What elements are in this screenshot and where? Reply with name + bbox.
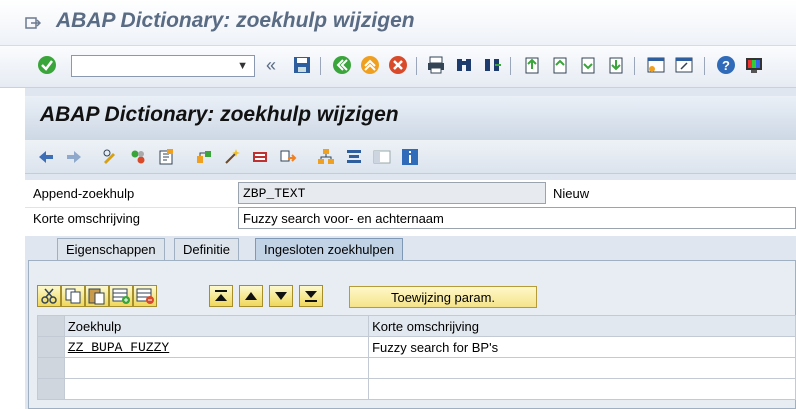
description-cell: Fuzzy search for BP's (368, 336, 796, 358)
screen-header: ABAP Dictionary: zoekhulp wijzigen (25, 96, 796, 140)
searchhelp-cell[interactable] (63, 378, 370, 400)
column-header-zoekhulp[interactable]: Zoekhulp (63, 315, 370, 337)
table-row: ZZ_BUPA_FUZZY Fuzzy search for BP's (37, 336, 796, 358)
last-row-button[interactable] (299, 285, 323, 307)
collapse-icon[interactable]: « (266, 55, 276, 76)
window-title-bar: ABAP Dictionary: zoekhulp wijzigen (0, 0, 796, 46)
first-row-button[interactable] (209, 285, 233, 307)
status-text: Nieuw (553, 186, 590, 201)
test-icon[interactable] (251, 148, 269, 166)
print-icon[interactable] (426, 55, 446, 75)
insert-row-button[interactable] (109, 285, 133, 307)
searchhelp-cell[interactable]: ZZ_BUPA_FUZZY (63, 336, 370, 358)
copy-button[interactable] (61, 285, 85, 307)
tab-ingesloten-zoekhulpen[interactable]: Ingesloten zoekhulpen (255, 238, 404, 260)
row-selector[interactable] (37, 357, 65, 379)
save-icon[interactable] (292, 55, 312, 75)
info-icon[interactable] (401, 148, 419, 166)
svg-text:?: ? (722, 58, 730, 73)
table-row (37, 357, 796, 379)
shortcut-icon[interactable] (674, 55, 694, 75)
short-description-label: Korte omschrijving (33, 211, 140, 226)
first-page-icon[interactable] (522, 55, 542, 75)
delete-row-icon (136, 288, 154, 304)
short-description-field[interactable]: Fuzzy search voor- en achternaam (238, 207, 796, 229)
description-cell (368, 378, 796, 400)
append-searchhelp-field[interactable]: ZBP_TEXT (238, 182, 546, 204)
scroll-top-icon (215, 290, 227, 301)
screen-title: ABAP Dictionary: zoekhulp wijzigen (40, 103, 399, 126)
other-object-icon[interactable] (157, 148, 175, 166)
display-object-list-icon[interactable] (373, 148, 391, 166)
searchhelp-table: Zoekhulp Korte omschrijving ZZ_BUPA_FUZZ… (37, 315, 796, 400)
navigation-icon[interactable] (345, 148, 363, 166)
searchhelp-cell[interactable] (63, 357, 370, 379)
cut-button[interactable] (37, 285, 61, 307)
table-header-row: Zoekhulp Korte omschrijving (37, 315, 796, 337)
append-searchhelp-label: Append-zoekhulp (33, 186, 135, 201)
find-next-icon[interactable] (482, 55, 502, 75)
last-page-icon[interactable] (606, 55, 626, 75)
scissors-icon (41, 288, 57, 304)
assign-params-button[interactable]: Toewijzing param. (349, 286, 537, 308)
paste-icon (88, 288, 105, 305)
dropdown-arrow-icon[interactable]: ▼ (237, 60, 248, 72)
enter-icon[interactable] (37, 55, 57, 75)
new-session-icon[interactable] (646, 55, 666, 75)
hierarchy-icon[interactable] (317, 148, 335, 166)
back-icon[interactable] (332, 55, 352, 75)
page-up-button[interactable] (239, 285, 263, 307)
insert-row-icon (112, 288, 130, 304)
searchhelp-value[interactable]: ZZ_BUPA_FUZZY (68, 340, 169, 355)
customize-layout-icon[interactable] (744, 55, 764, 75)
column-header-korte-omschrijving[interactable]: Korte omschrijving (368, 315, 796, 337)
where-used-icon[interactable] (279, 148, 297, 166)
select-all-cell[interactable] (37, 315, 65, 337)
scroll-bottom-icon (305, 291, 317, 302)
copy-icon (65, 288, 81, 304)
display-change-icon[interactable] (101, 148, 119, 166)
table-row (37, 378, 796, 400)
header-form: Append-zoekhulp ZBP_TEXT Nieuw Korte oms… (25, 180, 796, 236)
tab-eigenschappen[interactable]: Eigenschappen (57, 238, 165, 260)
forward-arrow-icon[interactable] (65, 148, 83, 166)
page-down-button[interactable] (269, 285, 293, 307)
back-arrow-icon[interactable] (37, 148, 55, 166)
help-icon[interactable]: ? (716, 55, 736, 75)
command-field[interactable]: ▼ (71, 55, 255, 77)
next-page-icon[interactable] (578, 55, 598, 75)
paste-button[interactable] (85, 285, 109, 307)
exit-up-icon[interactable] (360, 55, 380, 75)
system-toolbar: ▼ « ? (0, 46, 796, 88)
find-icon[interactable] (454, 55, 474, 75)
row-selector[interactable] (37, 378, 65, 400)
prev-page-icon[interactable] (550, 55, 570, 75)
check-icon[interactable] (195, 148, 213, 166)
screen-area: ABAP Dictionary: zoekhulp wijzigen Appen… (25, 88, 796, 409)
application-toolbar (25, 140, 796, 174)
tab-strip: Eigenschappen Definitie Ingesloten zoekh… (25, 236, 796, 260)
window-title: ABAP Dictionary: zoekhulp wijzigen (56, 9, 415, 32)
tab-definitie[interactable]: Definitie (174, 238, 239, 260)
scroll-up-icon (245, 292, 257, 300)
row-selector[interactable] (37, 336, 65, 358)
delete-row-button[interactable] (133, 285, 157, 307)
activate-icon[interactable] (223, 148, 241, 166)
description-cell (368, 357, 796, 379)
scroll-down-icon (275, 292, 287, 300)
active-inactive-icon[interactable] (129, 148, 147, 166)
cancel-icon[interactable] (388, 55, 408, 75)
exit-icon[interactable] (25, 16, 41, 30)
